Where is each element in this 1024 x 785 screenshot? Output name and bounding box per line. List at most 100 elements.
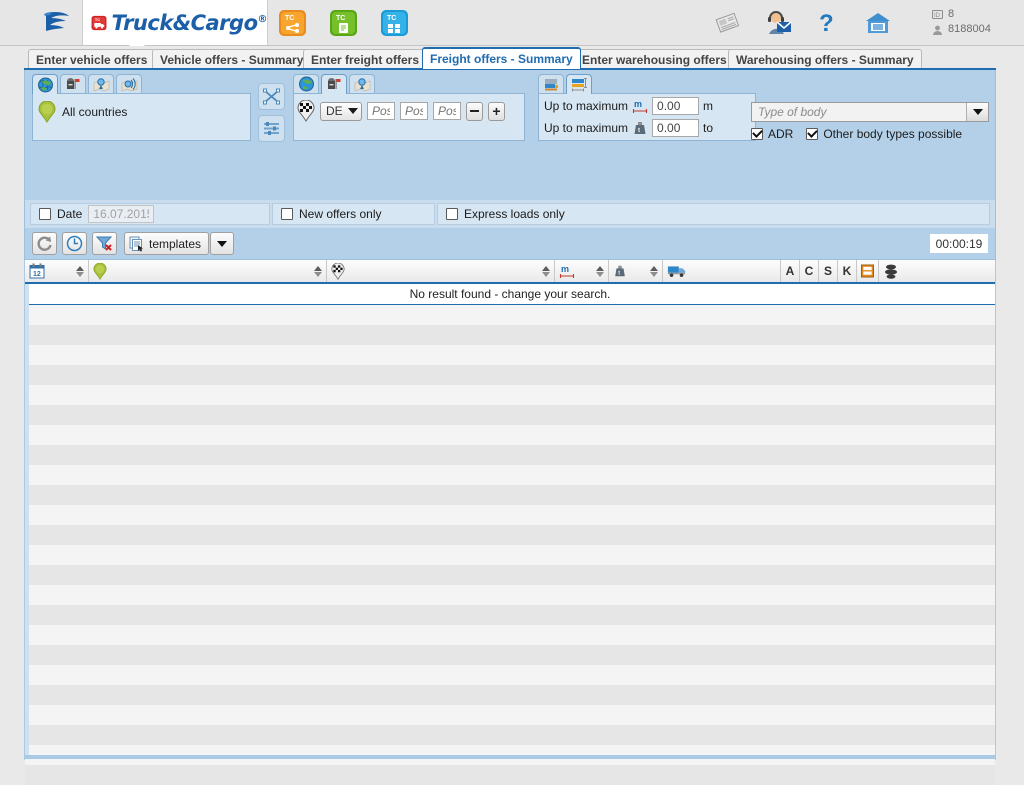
date-column-header[interactable]: 12: [25, 260, 89, 282]
news-button[interactable]: [713, 8, 743, 38]
map-radius-icon: [121, 77, 137, 91]
date-checkbox[interactable]: [39, 208, 51, 220]
table-row[interactable]: [25, 545, 995, 565]
tab-freight-offers-summary[interactable]: Freight offers - Summary: [422, 47, 581, 69]
express-loads-checkbox[interactable]: [446, 208, 458, 220]
tab-enter-freight-offers[interactable]: Enter freight offers: [303, 49, 428, 69]
swap-origin-destination-button[interactable]: [258, 83, 285, 110]
destination-tab-map-search[interactable]: [349, 74, 375, 93]
table-row[interactable]: [25, 625, 995, 645]
remove-postcode-button[interactable]: [466, 101, 483, 121]
table-row[interactable]: [25, 325, 995, 345]
dimension-tab-load-length[interactable]: [566, 74, 592, 94]
table-row[interactable]: [25, 705, 995, 725]
empty-result-message: No result found - change your search.: [25, 284, 995, 305]
product-button-green[interactable]: TC: [329, 8, 359, 38]
table-row[interactable]: [25, 425, 995, 445]
product-tab-truck-cargo[interactable]: TC Truck&Cargo®: [82, 0, 268, 52]
length-sort-toggle[interactable]: [596, 265, 604, 277]
c-column-header[interactable]: C: [800, 260, 819, 282]
home-logo-button[interactable]: [36, 4, 78, 40]
add-postcode-button[interactable]: +: [488, 101, 505, 121]
results-toolbar: templates 00:00:19: [24, 228, 996, 260]
max-length-input[interactable]: [652, 97, 700, 115]
destination-sort-toggle[interactable]: [542, 265, 550, 277]
adr-checkbox[interactable]: [751, 128, 763, 140]
weight-unit-label: to: [703, 121, 714, 135]
origin-tab-postcode[interactable]: [60, 74, 86, 93]
max-weight-label: Up to maximum: [544, 121, 629, 135]
table-row[interactable]: [25, 525, 995, 545]
max-weight-input[interactable]: [652, 119, 700, 137]
svg-text:t: t: [618, 271, 620, 277]
help-button[interactable]: ?: [813, 8, 843, 38]
templates-button[interactable]: templates: [124, 232, 209, 255]
body-column-header[interactable]: [663, 260, 781, 282]
tab-enter-vehicle-offers[interactable]: Enter vehicle offers: [28, 49, 156, 69]
date-sort-toggle[interactable]: [76, 265, 84, 277]
a-column-header[interactable]: A: [781, 260, 800, 282]
k-column-header[interactable]: K: [838, 260, 857, 282]
table-row[interactable]: [25, 605, 995, 625]
weight-column-header[interactable]: t: [609, 260, 663, 282]
body-type-placeholder: Type of body: [758, 105, 827, 119]
postcode-field-2[interactable]: [400, 102, 428, 120]
table-row[interactable]: [25, 405, 995, 425]
work-area: All countries DE Post Post Post + Up to …: [24, 70, 996, 785]
s-column-header[interactable]: S: [819, 260, 838, 282]
tab-enter-warehousing-offers[interactable]: Enter warehousing offers: [574, 49, 735, 69]
refresh-button[interactable]: [32, 232, 57, 255]
table-row[interactable]: [25, 665, 995, 685]
table-row[interactable]: [25, 585, 995, 605]
route-options-button[interactable]: [258, 115, 285, 142]
destination-column-header[interactable]: [327, 260, 555, 282]
new-offers-option-cell: New offers only: [272, 203, 435, 225]
table-row[interactable]: [25, 305, 995, 325]
table-row[interactable]: [25, 505, 995, 525]
company-house-icon: [866, 13, 890, 33]
dimension-tab-load-space[interactable]: [538, 74, 564, 93]
destination-tab-countries[interactable]: [293, 74, 319, 93]
table-row[interactable]: [25, 465, 995, 485]
origin-tab-countries[interactable]: [32, 74, 58, 94]
table-row[interactable]: [25, 765, 995, 785]
origin-column-header[interactable]: [89, 260, 327, 282]
postcode-field-3[interactable]: [433, 102, 461, 120]
table-row[interactable]: [25, 725, 995, 745]
tab-vehicle-offers-summary[interactable]: Vehicle offers - Summary: [152, 49, 312, 69]
weight-icon: t: [615, 265, 625, 277]
other-body-types-checkbox[interactable]: [806, 128, 819, 140]
table-row[interactable]: [25, 565, 995, 585]
product-button-blue[interactable]: TC: [380, 8, 410, 38]
table-row[interactable]: [25, 345, 995, 365]
origin-sort-toggle[interactable]: [314, 265, 322, 277]
auto-refresh-button[interactable]: [62, 232, 87, 255]
table-row[interactable]: [25, 485, 995, 505]
length-column-header[interactable]: m: [555, 260, 609, 282]
destination-tab-postcode[interactable]: [321, 74, 347, 94]
table-row[interactable]: [25, 445, 995, 465]
body-type-select[interactable]: Type of body: [751, 102, 989, 122]
postcode-field-1[interactable]: [367, 102, 395, 120]
weight-sort-toggle[interactable]: [650, 265, 658, 277]
table-row[interactable]: [25, 385, 995, 405]
table-row[interactable]: [25, 365, 995, 385]
origin-tab-radius-search[interactable]: [116, 74, 142, 93]
destination-country-select[interactable]: DE: [320, 101, 362, 121]
table-row[interactable]: [25, 645, 995, 665]
new-offers-checkbox[interactable]: [281, 208, 293, 220]
origin-tab-map-search[interactable]: [88, 74, 114, 93]
tab-warehousing-offers-summary[interactable]: Warehousing offers - Summary: [728, 49, 922, 69]
tc-green-icon: TC: [330, 10, 357, 36]
date-input[interactable]: [88, 205, 155, 223]
body-type-dropdown-button[interactable]: [966, 103, 988, 121]
contact-column-header[interactable]: [879, 260, 995, 282]
templates-dropdown-button[interactable]: [210, 232, 234, 255]
table-row[interactable]: [25, 685, 995, 705]
company-button[interactable]: [863, 8, 893, 38]
exchange-pallet-column-header[interactable]: [857, 260, 879, 282]
clear-filter-button[interactable]: [92, 232, 117, 255]
product-button-orange[interactable]: TC: [278, 8, 308, 38]
globe-icon: [37, 77, 53, 92]
support-button[interactable]: [763, 8, 793, 38]
